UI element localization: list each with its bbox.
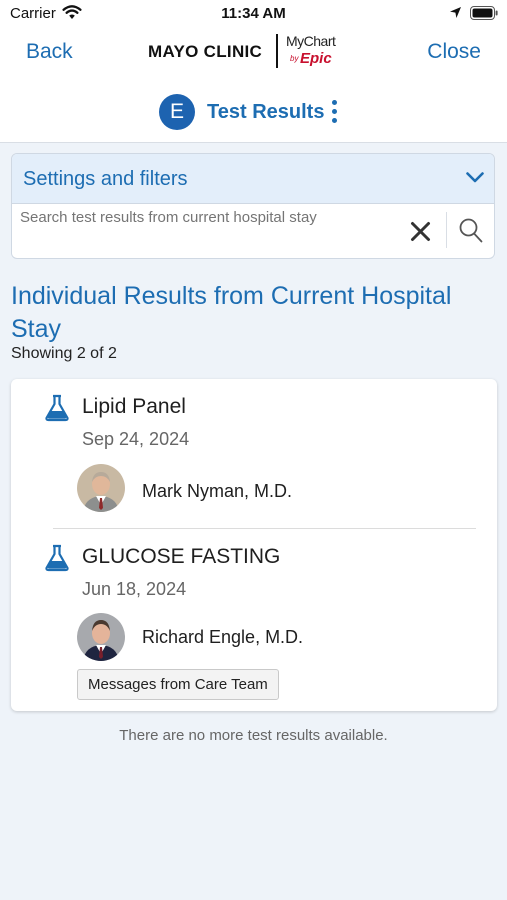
top-bar: Carrier 11:34 AM Back MAYO CLINIC MyChar… (0, 0, 507, 143)
settings-filters-toggle[interactable]: Settings and filters (12, 154, 494, 204)
provider-photo (77, 464, 125, 512)
search-input[interactable] (20, 209, 400, 226)
by-label: by (290, 54, 299, 63)
mychart-logo: MyChart (286, 33, 336, 49)
status-time: 11:34 AM (221, 5, 286, 22)
provider-name: Richard Engle, M.D. (142, 627, 304, 647)
epic-logo: Epic (300, 50, 332, 67)
messages-care-team-button[interactable]: Messages from Care Team (77, 669, 279, 700)
no-more-results-note: There are no more test results available… (119, 727, 388, 744)
brand-logo: MAYO CLINIC MyChart by Epic (148, 32, 358, 70)
settings-filters-label: Settings and filters (23, 168, 188, 190)
status-bar: Carrier 11:34 AM (0, 0, 507, 28)
location-arrow-icon (449, 6, 462, 24)
result-name: Lipid Panel (82, 395, 186, 418)
patient-avatar[interactable]: E (159, 94, 195, 130)
provider-name: Mark Nyman, M.D. (142, 481, 293, 501)
more-options-icon[interactable] (329, 100, 339, 124)
back-button[interactable]: Back (26, 40, 73, 64)
filters-panel: Settings and filters (11, 153, 495, 259)
results-card: Lipid Panel Sep 24, 2024 Mark Nyman, M.D… (11, 379, 497, 711)
provider-photo (77, 613, 125, 661)
logo-divider (276, 34, 278, 68)
close-button[interactable]: Close (427, 40, 481, 64)
search-icon[interactable] (459, 218, 483, 248)
search-divider (446, 212, 447, 248)
flask-icon (44, 394, 70, 427)
flask-icon (44, 544, 70, 577)
result-item[interactable]: Lipid Panel Sep 24, 2024 Mark Nyman, M.D… (11, 379, 497, 529)
result-date: Sep 24, 2024 (82, 429, 190, 449)
battery-icon (470, 6, 499, 25)
chevron-down-icon (466, 170, 484, 188)
clear-icon[interactable] (410, 221, 431, 247)
section-title: Individual Results from Current Hospital… (11, 282, 452, 343)
result-name: GLUCOSE FASTING (82, 545, 281, 568)
result-date: Jun 18, 2024 (82, 579, 187, 599)
page-title: Test Results (207, 101, 325, 123)
result-count: Showing 2 of 2 (11, 345, 117, 362)
mayo-clinic-logo: MAYO CLINIC (148, 42, 263, 61)
page-header: E Test Results (0, 94, 507, 130)
